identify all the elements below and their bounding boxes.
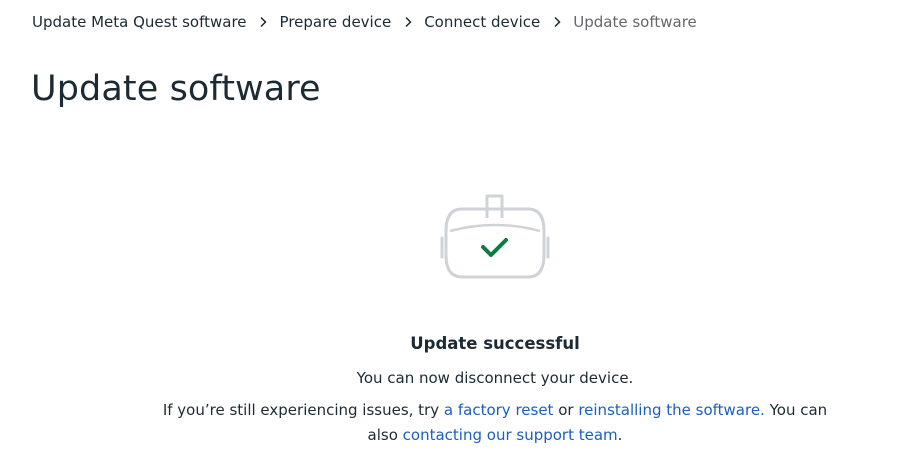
chevron-right-icon [391, 11, 424, 33]
success-description: You can now disconnect your device. [356, 369, 634, 387]
breadcrumb-item-update-software: Update software [573, 13, 697, 31]
chevron-right-icon [247, 11, 280, 33]
factory-reset-link[interactable]: a factory reset [444, 401, 554, 419]
contact-support-link[interactable]: contacting our support team [403, 426, 618, 444]
checkmark-icon [481, 238, 508, 257]
reinstall-software-link[interactable]: reinstalling the software. [578, 401, 765, 419]
chevron-right-icon [540, 11, 573, 33]
help-text: If you’re still experiencing issues, try… [148, 398, 842, 448]
success-title: Update successful [410, 334, 580, 353]
breadcrumb: Update Meta Quest software Prepare devic… [32, 11, 697, 33]
page: Update Meta Quest software Prepare devic… [0, 0, 923, 472]
vr-headset-icon [436, 193, 554, 281]
breadcrumb-item-prepare-device[interactable]: Prepare device [280, 11, 392, 33]
help-text-prefix: If you’re still experiencing issues, try [162, 401, 444, 419]
breadcrumb-item-connect-device[interactable]: Connect device [424, 11, 540, 33]
help-text-suffix: . [617, 426, 623, 444]
breadcrumb-item-update-meta-quest-software[interactable]: Update Meta Quest software [32, 11, 247, 33]
page-title: Update software [31, 69, 321, 109]
help-text-middle: or [553, 401, 579, 419]
